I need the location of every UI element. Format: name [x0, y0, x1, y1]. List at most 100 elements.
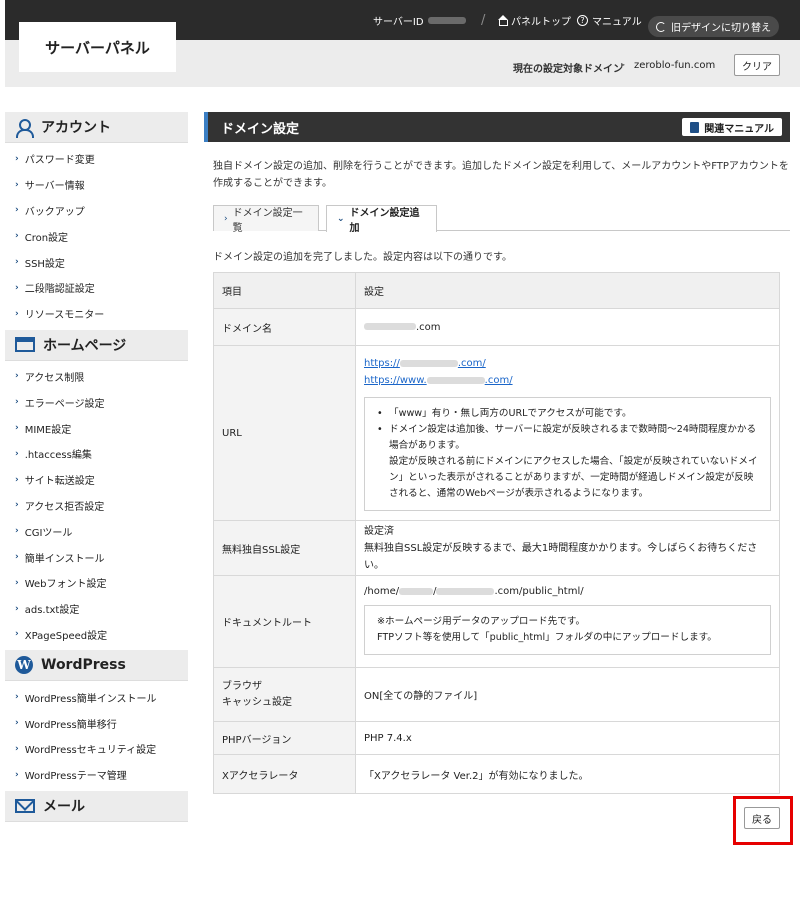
table-row-url: URL https://.com/ https://www. .com/ • 「ww… — [213, 345, 780, 521]
sidebar-item[interactable]: › アクセス拒否設定 — [5, 493, 188, 519]
sidebar: アカウント › パスワード変更 › サーバー情報 › バックアップ › Cron設定 › SSH設定… — [5, 112, 188, 822]
sidebar-item-label: 二段階認証設定 — [24, 284, 95, 296]
related-manual-button[interactable]: 関連マニュアル — [682, 118, 782, 136]
sidebar-item[interactable]: › ads.txt設定 — [5, 596, 188, 622]
sidebar-item-label: アクセス拒否設定 — [24, 501, 105, 513]
sidebar-section-title: ホームページ — [43, 337, 127, 354]
table-row-php: PHPバージョン PHP 7.4.x — [213, 721, 780, 755]
sidebar-section-2: W WordPress — [5, 650, 188, 682]
sidebar-item[interactable]: › CGIツール — [5, 518, 188, 544]
chevron-right-icon: › — [15, 308, 19, 319]
document-root-value: /home// .com/public_html/ ※ホームページ用データのアップ… — [355, 575, 780, 668]
chevron-right-icon: › — [15, 718, 19, 729]
window-icon — [15, 337, 35, 353]
sidebar-section-1: ホームページ — [5, 329, 188, 361]
row-label: PHPバージョン — [213, 721, 356, 755]
table-row-ssl: 無料独自SSL設定 設定済 無料独自SSL設定が反映するまで、最大1時間程度かか… — [213, 520, 780, 576]
manual-link[interactable]: ? マニュアル — [577, 0, 642, 40]
sidebar-section-title: アカウント — [41, 120, 111, 136]
chevron-right-icon: › — [15, 371, 19, 382]
sidebar-item-label: Webフォント設定 — [24, 579, 107, 591]
sidebar-item[interactable]: › MIME設定 — [5, 415, 188, 441]
sidebar-item[interactable]: › サーバー情報 — [5, 172, 188, 198]
panel-logo[interactable]: サーバーパネル — [19, 22, 176, 72]
sidebar-item[interactable]: › SSH設定 — [5, 249, 188, 275]
sidebar-item[interactable]: › 簡単インストール — [5, 544, 188, 570]
sidebar-item-label: WordPressセキュリティ設定 — [24, 745, 157, 757]
redacted-text — [399, 359, 458, 367]
user-icon — [15, 118, 34, 138]
sidebar-item[interactable]: › WordPressテーマ管理 — [5, 762, 188, 788]
question-icon: ? — [577, 14, 588, 26]
tab-domain-list[interactable]: › ドメイン設定一覧 — [213, 205, 319, 234]
sidebar-item[interactable]: › サイト転送設定 — [5, 467, 188, 493]
sidebar-item[interactable]: › WordPressセキュリティ設定 — [5, 736, 188, 762]
chevron-right-icon: › — [15, 231, 19, 242]
sidebar-item[interactable]: › パスワード変更 — [5, 146, 188, 172]
completion-message: ドメイン設定の追加を完了しました。設定内容は以下の通りです。 — [213, 252, 512, 263]
clear-button[interactable]: クリア — [734, 54, 780, 76]
chevron-right-icon: › — [15, 552, 19, 563]
sidebar-item-label: ads.txt設定 — [24, 605, 80, 617]
sidebar-item[interactable]: › Cron設定 — [5, 223, 188, 249]
document-root-note-1: ※ホームページ用データのアップロード先です。 — [377, 616, 586, 627]
server-id: サーバーID — [373, 0, 466, 40]
table-row-x-accelerator: Xアクセラレータ 「Xアクセラレータ Ver.2」が有効になりました。 — [213, 754, 780, 794]
old-design-button[interactable]: 旧デザインに切り替え — [648, 16, 779, 37]
url-link-root[interactable]: https://.com/ — [364, 358, 486, 369]
url-link-www[interactable]: https://www. .com/ — [364, 375, 513, 386]
document-root-notes: ※ホームページ用データのアップロード先です。 FTPソフト等を使用して「publ… — [364, 605, 771, 655]
tab-label: ドメイン設定追加 — [349, 208, 420, 234]
url-note-3: 設定が反映される前にドメインにアクセスした場合、「設定が反映されていないドメイン… — [389, 456, 758, 499]
current-domain-label: 現在の設定対象ドメイン — [513, 64, 623, 75]
chevron-down-icon: ⌄ — [337, 214, 345, 224]
sidebar-item[interactable]: › エラーページ設定 — [5, 389, 188, 415]
sidebar-item-label: Cron設定 — [24, 232, 69, 244]
sidebar-item[interactable]: › バックアップ — [5, 198, 188, 224]
switch-icon — [656, 21, 666, 32]
redacted-text — [436, 587, 495, 595]
sidebar-item[interactable]: › XPageSpeed設定 — [5, 622, 188, 648]
domain-value: .com — [355, 308, 780, 346]
domain-suffix: .com — [416, 321, 441, 333]
page-title: ドメイン設定 — [221, 121, 300, 137]
ssl-note: 無料独自SSL設定が反映するまで、最大1時間程度かかります。今しばらくお待ちくだ… — [364, 542, 758, 571]
sidebar-item[interactable]: › WordPress簡単インストール — [5, 684, 188, 710]
settings-table: 項目 設定 ドメイン名 .com URL https://.com/ https… — [213, 272, 780, 794]
header-divider: / — [481, 12, 486, 28]
sidebar-item[interactable]: › WordPress簡単移行 — [5, 710, 188, 736]
sidebar-item[interactable]: › .htaccess編集 — [5, 441, 188, 467]
chevron-right-icon: › — [15, 743, 19, 754]
sidebar-item-label: アクセス制限 — [24, 372, 85, 384]
chevron-right-icon: › — [15, 448, 19, 459]
sidebar-item[interactable]: › リソースモニター — [5, 301, 188, 327]
browser-cache-value: ON[全ての静的ファイル] — [355, 667, 780, 722]
sidebar-list: › WordPress簡単インストール › WordPress簡単移行 › WordPre… — [5, 681, 188, 790]
chevron-right-icon: › — [15, 423, 19, 434]
server-id-label: サーバーID — [373, 16, 424, 28]
sidebar-item-label: MIME設定 — [24, 424, 72, 436]
related-manual-label: 関連マニュアル — [704, 123, 774, 135]
chevron-right-icon: › — [15, 629, 19, 640]
panel-top-link[interactable]: パネルトップ — [497, 0, 571, 40]
back-button[interactable]: 戻る — [744, 807, 780, 829]
tab-domain-add[interactable]: ⌄ ドメイン設定追加 — [326, 205, 437, 234]
intro-text: 独自ドメイン設定の追加、削除を行うことができます。追加したドメイン設定を利用して… — [213, 161, 789, 189]
table-row-document-root: ドキュメントルート /home// .com/public_html/ ※ホームペ… — [213, 575, 780, 668]
sidebar-item-label: WordPress簡単移行 — [24, 719, 117, 731]
sidebar-item-label: バックアップ — [24, 206, 85, 218]
sidebar-item-label: サイト転送設定 — [24, 476, 95, 488]
row-label: ブラウザ キャッシュ設定 — [213, 667, 356, 722]
x-accelerator-value: 「Xアクセラレータ Ver.2」が有効になりました。 — [355, 754, 780, 794]
sidebar-section-3: メール — [5, 790, 188, 822]
sidebar-section-title: メール — [43, 798, 85, 815]
sidebar-item[interactable]: › Webフォント設定 — [5, 570, 188, 596]
chevron-right-icon: › — [15, 397, 19, 408]
row-label: URL — [213, 345, 356, 521]
sidebar-item[interactable]: › 二段階認証設定 — [5, 275, 188, 301]
sidebar-item-label: パスワード変更 — [24, 155, 95, 167]
chevron-right-icon: › — [15, 500, 19, 511]
tab-label: ドメイン設定一覧 — [232, 207, 303, 234]
sidebar-item-label: .htaccess編集 — [24, 450, 92, 462]
sidebar-item[interactable]: › アクセス制限 — [5, 364, 188, 390]
